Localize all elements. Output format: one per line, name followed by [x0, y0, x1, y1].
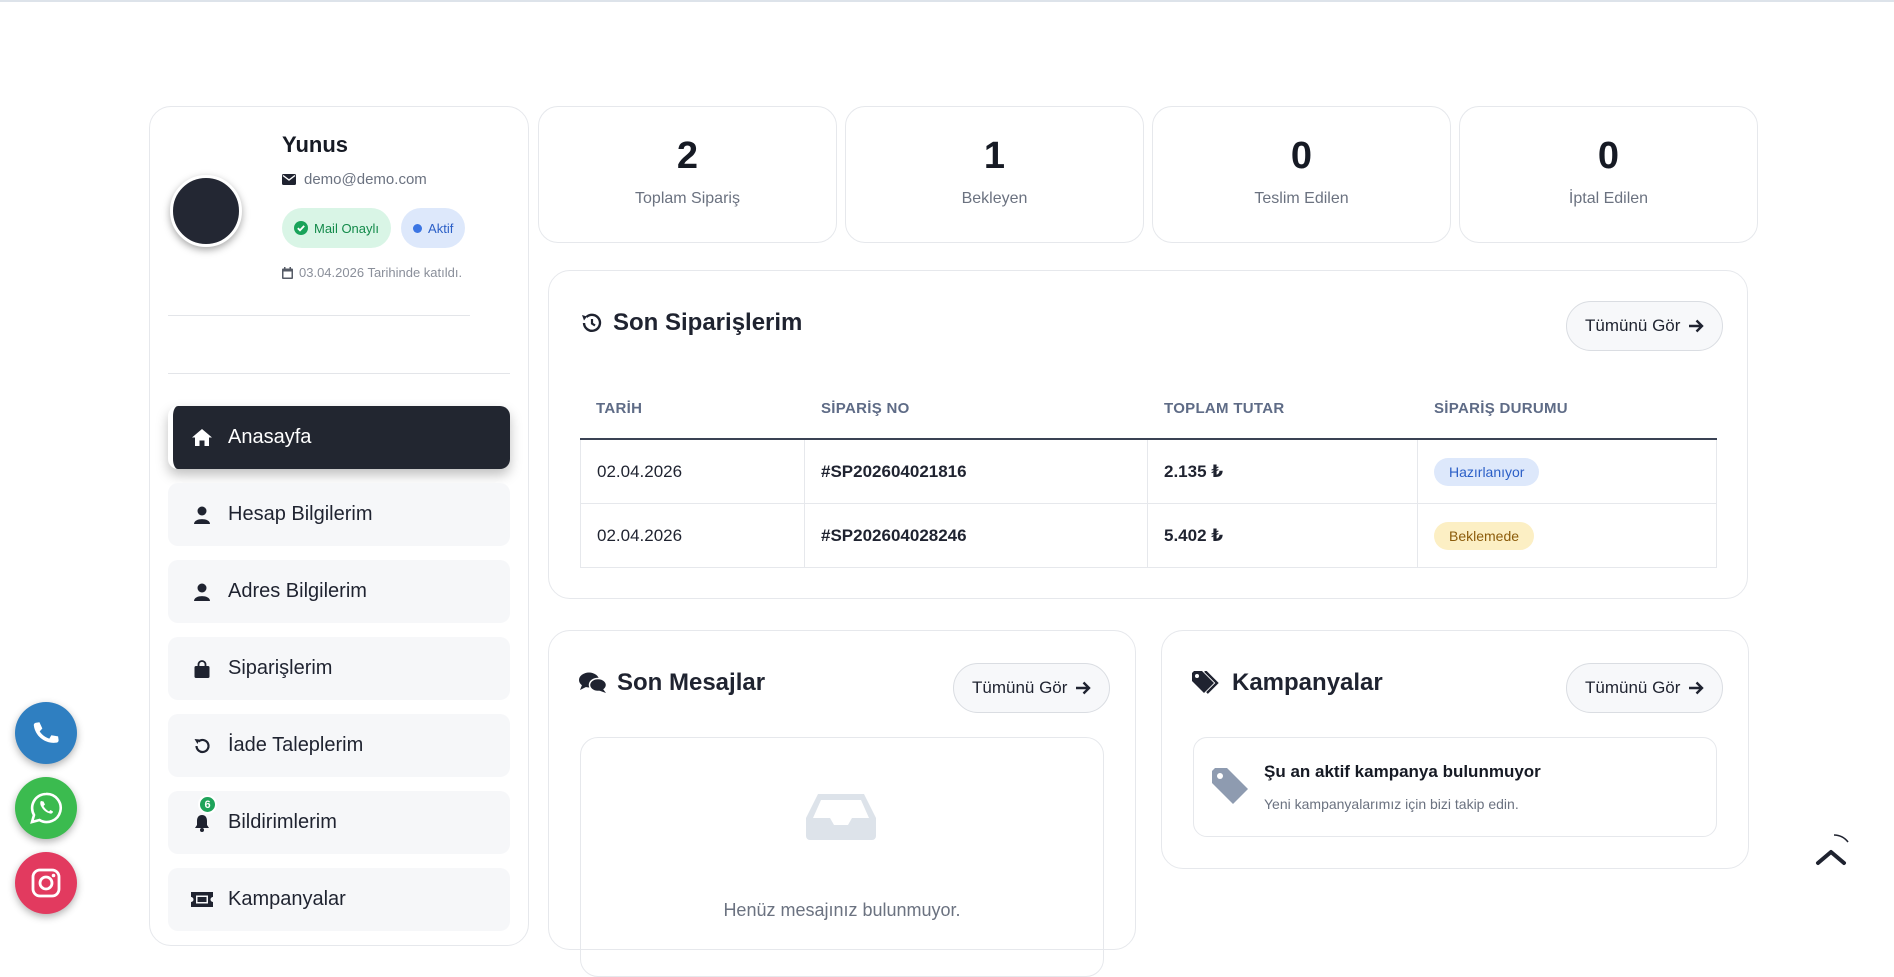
order-date: 02.04.2026: [580, 504, 805, 567]
undo-icon: [190, 734, 214, 758]
campaigns-title: Kampanyalar: [1192, 669, 1383, 697]
arrow-right-icon: [1689, 681, 1705, 695]
status-badge: Beklemede: [1434, 521, 1535, 550]
active-badge: Aktif: [401, 208, 466, 248]
user-name: Yunus: [282, 132, 349, 157]
sidebar-item-label: Siparişlerim: [228, 657, 333, 679]
arrow-right-icon: [1076, 681, 1092, 695]
messages-title: Son Mesajlar: [579, 669, 765, 697]
stat-value: 0: [1290, 135, 1313, 177]
whatsapp-icon: [30, 792, 62, 824]
stat-value: 2: [676, 135, 699, 177]
column-header-order-no: SİPARİŞ NO: [821, 400, 910, 417]
recent-orders-title: Son Siparişlerim: [579, 309, 802, 337]
sidebar-item-label: İade Taleplerim: [228, 734, 364, 756]
sidebar-item-label: Bildirimlerim: [228, 811, 337, 833]
tags-icon: [1192, 671, 1219, 694]
campaigns-empty-title: Şu an aktif kampanya bulunmuyor: [1264, 762, 1541, 781]
instagram-button[interactable]: [15, 852, 77, 914]
order-status-cell: Beklemede: [1418, 504, 1716, 567]
user-email-row: demo@demo.com: [282, 171, 427, 188]
profile-sidebar: Yunus demo@demo.com Mail Onaylı Aktif 03…: [149, 106, 529, 946]
avatar: [170, 175, 242, 247]
stat-label: Teslim Edilen: [1254, 190, 1349, 207]
table-row[interactable]: 02.04.2026 #SP202604021816 2.135 ₺ Hazır…: [580, 440, 1717, 504]
order-date: 02.04.2026: [580, 440, 805, 503]
stat-card-total-orders: 2 Toplam Sipariş: [538, 106, 837, 243]
stat-card-pending: 1 Bekleyen: [845, 106, 1144, 243]
sidebar-menu: Anasayfa Hesap Bilgilerim Adres Bilgiler…: [168, 406, 510, 945]
sidebar-item-label: Kampanyalar: [228, 888, 346, 910]
calendar-icon: [282, 266, 293, 279]
sidebar-item-label: Anasayfa: [228, 426, 312, 448]
sidebar-item-iade-taleplerim[interactable]: İade Taleplerim: [168, 714, 510, 777]
notification-count-badge: 6: [198, 795, 217, 814]
stat-label: Bekleyen: [961, 190, 1028, 207]
order-total: 2.135 ₺: [1148, 440, 1418, 503]
user-email: demo@demo.com: [304, 171, 427, 188]
divider: [168, 373, 510, 374]
campaigns-card: Kampanyalar Tümünü Gör Şu an aktif kampa…: [1161, 630, 1749, 869]
stat-card-cancelled: 0 İptal Edilen: [1459, 106, 1758, 243]
user-icon: [190, 503, 214, 527]
order-number: #SP202604021816: [805, 440, 1148, 503]
history-icon: [582, 313, 602, 332]
messages-empty-text: Henüz mesajınız bulunmuyor.: [723, 900, 961, 920]
column-header-total: TOPLAM TUTAR: [1164, 400, 1285, 417]
table-row[interactable]: 02.04.2026 #SP202604028246 5.402 ₺ Bekle…: [580, 504, 1717, 568]
inbox-icon: [806, 794, 876, 840]
whatsapp-button[interactable]: [15, 777, 77, 839]
recent-orders-card: Son Siparişlerim Tümünü Gör TARİH SİPARİ…: [548, 270, 1748, 599]
campaigns-empty-state: Şu an aktif kampanya bulunmuyor Yeni kam…: [1193, 737, 1717, 837]
stat-card-delivered: 0 Teslim Edilen: [1152, 106, 1451, 243]
orders-table: TARİH SİPARİŞ NO TOPLAM TUTAR SİPARİŞ DU…: [580, 379, 1717, 568]
user-icon: [190, 580, 214, 604]
status-badge: Hazırlanıyor: [1434, 457, 1540, 486]
order-status-cell: Hazırlanıyor: [1418, 440, 1716, 503]
column-header-status: SİPARİŞ DURUMU: [1434, 400, 1568, 417]
order-number: #SP202604028246: [805, 504, 1148, 567]
table-header: TARİH SİPARİŞ NO TOPLAM TUTAR SİPARİŞ DU…: [580, 379, 1717, 440]
orders-see-all-button[interactable]: Tümünü Gör: [1566, 301, 1724, 351]
campaigns-see-all-button[interactable]: Tümünü Gör: [1566, 663, 1724, 713]
messages-empty-state: Henüz mesajınız bulunmuyor.: [580, 737, 1104, 977]
home-icon: [190, 426, 214, 450]
campaigns-empty-subtitle: Yeni kampanyalarımız için bizi takip edi…: [1264, 796, 1519, 812]
stat-value: 0: [1597, 135, 1620, 177]
phone-icon: [33, 722, 59, 743]
sidebar-item-kampanyalar[interactable]: Kampanyalar: [168, 868, 510, 931]
top-border: [0, 0, 1894, 2]
phone-button[interactable]: [15, 702, 77, 764]
status-badges: Mail Onaylı Aktif: [282, 208, 466, 248]
scroll-to-top-button[interactable]: [1806, 828, 1856, 878]
check-circle-icon: [294, 221, 308, 235]
instagram-icon: [31, 868, 61, 898]
sidebar-item-anasayfa[interactable]: Anasayfa: [168, 406, 510, 469]
sidebar-item-adres-bilgilerim[interactable]: Adres Bilgilerim: [168, 560, 510, 623]
status-dot-icon: [413, 223, 423, 233]
order-total: 5.402 ₺: [1148, 504, 1418, 567]
comments-icon: [579, 672, 607, 693]
stat-label: İptal Edilen: [1568, 190, 1649, 207]
recent-messages-card: Son Mesajlar Tümünü Gör Henüz mesajınız …: [548, 630, 1136, 977]
messages-see-all-button[interactable]: Tümünü Gör: [953, 663, 1111, 713]
shopping-bag-icon: [190, 657, 214, 681]
sidebar-item-label: Adres Bilgilerim: [228, 580, 367, 602]
stat-value: 1: [983, 135, 1006, 177]
divider: [168, 315, 470, 316]
bell-icon: [190, 811, 214, 835]
arrow-right-icon: [1689, 319, 1705, 333]
tag-icon: [1212, 768, 1248, 804]
ticket-icon: [190, 888, 214, 912]
column-header-date: TARİH: [596, 400, 643, 417]
sidebar-item-siparislerim[interactable]: Siparişlerim: [168, 637, 510, 700]
envelope-icon: [282, 174, 296, 185]
joined-date-row: 03.04.2026 Tarihinde katıldı.: [282, 265, 462, 280]
stat-label: Toplam Sipariş: [635, 190, 740, 207]
mail-verified-badge: Mail Onaylı: [282, 208, 392, 248]
sidebar-item-label: Hesap Bilgilerim: [228, 503, 373, 525]
sidebar-item-hesap-bilgilerim[interactable]: Hesap Bilgilerim: [168, 483, 510, 546]
sidebar-item-bildirimlerim[interactable]: 6 Bildirimlerim: [168, 791, 510, 854]
chevron-up-icon: [1816, 834, 1849, 865]
